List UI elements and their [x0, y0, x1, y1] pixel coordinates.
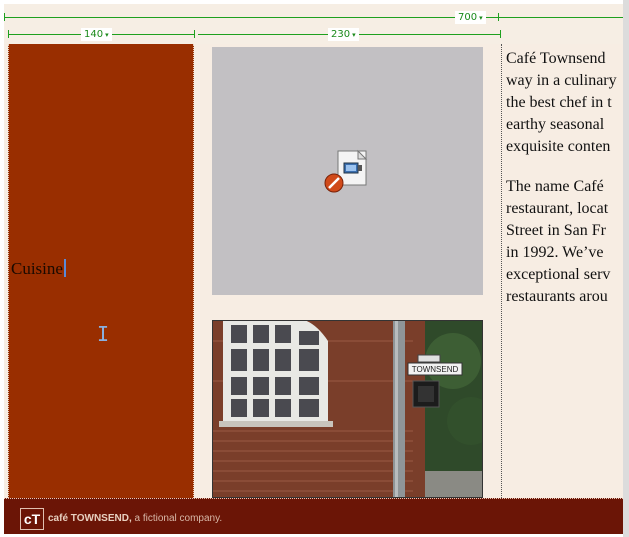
column1-width-label[interactable]: 140 ▾ [81, 28, 112, 41]
table-width-label[interactable]: 700 ▾ [455, 11, 486, 24]
table-width-ruler: 700 ▾ 140 ▾ 230 ▾ [4, 4, 627, 44]
page-layout-table: Cuisine I TOWNSEND Café Townsend way in … [4, 44, 627, 534]
townsend-street-photo[interactable]: TOWNSEND [212, 320, 483, 498]
chevron-down-icon: ▾ [479, 14, 483, 22]
footer-tagline-text: a fictional company. [131, 513, 223, 524]
footer-bar: cT café TOWNSEND, a fictional company. [4, 498, 627, 534]
ruler-tick [194, 30, 195, 38]
window-edge [623, 0, 629, 537]
intro-paragraph: Café Townsend way in a culinary the best… [506, 50, 617, 155]
article-text-cell[interactable]: Café Townsend way in a culinary the best… [501, 44, 627, 498]
plugin-media-icon [324, 149, 370, 199]
sidebar-text[interactable]: Cuisine [11, 259, 66, 279]
ruler-tick [4, 13, 5, 21]
ruler-line-total [4, 17, 627, 18]
chevron-down-icon: ▾ [105, 31, 109, 39]
cuisine-text: Cuisine [11, 259, 63, 278]
ruler-tick [500, 30, 501, 38]
footer-tagline: café TOWNSEND, a fictional company. [48, 513, 222, 524]
sidebar-cell[interactable]: Cuisine I [8, 44, 194, 498]
cafe-townsend-logo: cT [20, 508, 44, 530]
logo-text: cT [23, 511, 41, 527]
street-sign-text: TOWNSEND [412, 365, 459, 374]
ruler-tick [498, 13, 499, 21]
ibeam-cursor-icon: I [97, 322, 110, 346]
history-paragraph: The name Café restaurant, locat Street i… [506, 178, 611, 305]
column2-width-label[interactable]: 230 ▾ [328, 28, 359, 41]
ruler-tick [8, 30, 9, 38]
chevron-down-icon: ▾ [352, 31, 356, 39]
design-view-canvas: 700 ▾ 140 ▾ 230 ▾ Cuisine I TOWNSEND Caf… [4, 4, 627, 534]
media-placeholder[interactable] [212, 47, 483, 295]
footer-brand: café TOWNSEND, [48, 513, 132, 524]
text-insertion-caret [63, 259, 66, 277]
